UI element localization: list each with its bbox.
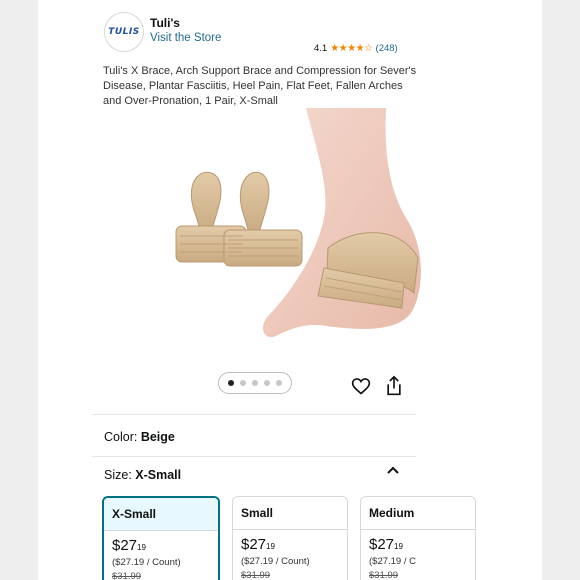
size-value: X-Small — [135, 468, 182, 482]
carousel-dot[interactable] — [228, 380, 234, 386]
unit-price: ($27.19 / Count) — [241, 556, 310, 567]
size-option-name: Medium — [361, 497, 475, 530]
unit-price: ($27.19 / C — [369, 556, 416, 567]
list-price: $31.99 — [241, 570, 271, 580]
color-selection: Color: Beige — [104, 430, 175, 444]
size-option-x-small[interactable]: X-Small $2719 ($27.19 / Count) $31.99 — [102, 496, 220, 580]
rating-count[interactable]: (248) — [376, 43, 398, 54]
list-price: $31.99 — [369, 570, 399, 580]
brand-name[interactable]: Tuli's — [150, 16, 180, 30]
size-option-name: X-Small — [104, 498, 218, 531]
size-option-medium[interactable]: Medium $2719 ($27.19 / C $31.99 — [360, 496, 476, 580]
share-icon[interactable] — [384, 375, 404, 397]
brand-logo-text: TULIS — [108, 27, 140, 37]
star-rating-icon: ★★★★☆ — [330, 43, 373, 54]
size-option-name: Small — [233, 497, 347, 530]
carousel-dot[interactable] — [240, 380, 246, 386]
carousel-dot[interactable] — [264, 380, 270, 386]
visit-store-link[interactable]: Visit the Store — [150, 32, 221, 44]
section-divider — [92, 456, 416, 457]
list-price: $31.99 — [112, 571, 142, 580]
price: $2719 — [112, 537, 146, 554]
carousel-dot[interactable] — [276, 380, 282, 386]
rating-summary[interactable]: 4.1 ★★★★☆ (248) — [314, 43, 398, 54]
price: $2719 — [241, 536, 275, 553]
size-selection-header[interactable]: Size: X-Small — [104, 468, 181, 482]
image-carousel-indicator[interactable] — [218, 372, 292, 394]
chevron-up-icon[interactable] — [386, 464, 400, 476]
color-label: Color: — [104, 430, 138, 444]
product-title: Tuli's X Brace, Arch Support Brace and C… — [103, 65, 417, 107]
left-gutter — [0, 0, 38, 580]
unit-price: ($27.19 / Count) — [112, 557, 181, 568]
brand-logo[interactable]: TULIS — [104, 12, 144, 52]
right-gutter — [542, 0, 580, 580]
size-label: Size: — [104, 468, 132, 482]
carousel-dot[interactable] — [252, 380, 258, 386]
brace-pair-illustration — [175, 171, 303, 267]
rating-value: 4.1 — [314, 43, 328, 54]
product-image[interactable] — [156, 108, 456, 363]
heart-icon[interactable] — [351, 376, 371, 396]
foot-illustration — [262, 108, 421, 338]
color-value: Beige — [140, 430, 175, 444]
section-divider — [92, 414, 416, 415]
price: $2719 — [369, 536, 403, 553]
size-option-small[interactable]: Small $2719 ($27.19 / Count) $31.99 — [232, 496, 348, 580]
product-page: TULIS Tuli's Visit the Store 4.1 ★★★★☆ (… — [38, 0, 542, 580]
